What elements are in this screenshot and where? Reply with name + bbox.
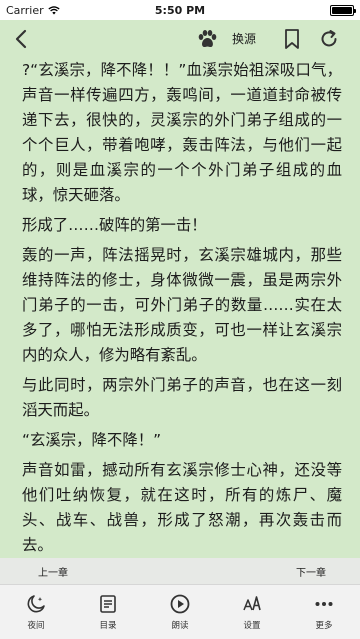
text-paragraph: “玄溪宗，降不降！” [22, 431, 162, 449]
chapter-nav-bar: 上一章 下一章 [0, 558, 360, 584]
tab-more[interactable]: 更多 [294, 593, 354, 631]
back-chevron-icon[interactable] [12, 28, 32, 50]
night-mode-icon [27, 595, 45, 613]
prev-chapter-button[interactable]: 上一章 [38, 564, 68, 579]
tab-night-mode[interactable]: 夜间 [6, 593, 66, 631]
text-paragraph: 形成了……破阵的第一击！ [22, 216, 207, 234]
text-paragraph: ?“玄溪宗，降不降！！”血溪宗始祖深吸口气，声音一样传遍四方，轰鸣间，一道道封命… [22, 61, 342, 204]
chapter-text[interactable]: ?“玄溪宗，降不降！！”血溪宗始祖深吸口气，声音一样传遍四方，轰鸣间，一道道封命… [0, 58, 360, 558]
next-chapter-button[interactable]: 下一章 [296, 564, 326, 579]
text-paragraph: 轰的一声，阵法摇晃时，玄溪宗雄城内，那些维持阵法的修士，身体微微一震，虽是两宗外… [22, 246, 342, 364]
tab-label: 更多 [315, 621, 333, 631]
tab-label: 朗读 [171, 621, 189, 631]
text-paragraph: 声音如雷，撼动所有玄溪宗修士心神，还没等他们吐纳恢复，就在这时，所有的炼尸、魔头… [22, 461, 342, 554]
more-icon [315, 602, 333, 606]
tab-label: 目录 [99, 621, 117, 631]
tab-catalog[interactable]: 目录 [78, 593, 138, 631]
refresh-icon[interactable] [318, 28, 340, 50]
tab-settings[interactable]: 设置 [222, 593, 282, 631]
status-time: 5:50 PM [154, 3, 206, 17]
battery-icon [329, 4, 356, 16]
bookmark-icon[interactable] [283, 28, 301, 50]
paw-icon[interactable] [196, 28, 218, 50]
read-aloud-icon [170, 594, 190, 614]
tab-label: 设置 [243, 621, 261, 631]
carrier-label: Carrier [6, 3, 44, 17]
tab-read-aloud[interactable]: 朗读 [150, 593, 210, 631]
reader-nav-bar: 换源 [0, 20, 360, 58]
tab-label: 夜间 [27, 621, 45, 631]
bottom-toolbar: 夜间 目录 朗读 设置 更多 [0, 584, 360, 639]
wifi-icon [48, 5, 60, 14]
switch-source-button[interactable]: 换源 [232, 30, 256, 47]
catalog-icon [100, 595, 116, 613]
text-paragraph: 与此同时，两宗外门弟子的声音，也在这一刻滔天而起。 [22, 376, 342, 419]
settings-font-icon [243, 596, 261, 611]
status-bar: Carrier 5:50 PM [0, 0, 360, 20]
